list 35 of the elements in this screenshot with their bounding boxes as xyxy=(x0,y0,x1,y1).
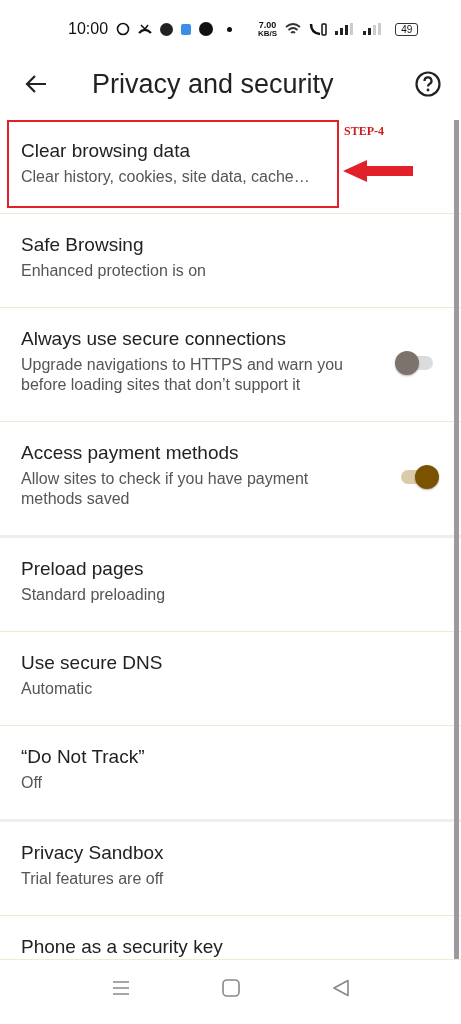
setting-title: Use secure DNS xyxy=(21,652,164,674)
home-icon[interactable] xyxy=(221,979,240,997)
signal-icon xyxy=(363,23,384,35)
setting-title: Access payment methods xyxy=(21,442,240,464)
app-icon xyxy=(160,22,174,36)
setting-title: Always use secure connections xyxy=(21,328,288,350)
setting-title: Preload pages xyxy=(21,558,145,580)
setting-description: Allow sites to check if you have payment methods saved xyxy=(21,469,310,509)
setting-title: Clear browsing data xyxy=(21,140,191,162)
battery-indicator: 49 xyxy=(395,22,419,36)
setting-title: “Do Not Track” xyxy=(21,746,146,768)
clock-text: 10:00 xyxy=(68,20,109,38)
setting-description: Upgrade navigations to HTTPS and warn you before loading sites that don’t support it xyxy=(21,355,344,395)
signal-icon xyxy=(335,23,356,35)
arrow-icon xyxy=(343,160,415,182)
wifi-icon xyxy=(285,23,302,35)
setting-description: Standard preloading xyxy=(21,585,167,605)
setting-description: Clear history, cookies, site data, cache… xyxy=(21,167,311,187)
back-icon[interactable] xyxy=(24,74,48,94)
menu-icon[interactable] xyxy=(111,980,130,996)
help-icon[interactable] xyxy=(415,71,441,97)
setting-description: Off xyxy=(21,773,44,793)
step-label: STEP-4 xyxy=(344,124,384,139)
volte-call-icon xyxy=(309,22,328,36)
setting-title: Privacy Sandbox xyxy=(21,842,165,864)
dot-icon xyxy=(227,26,233,32)
setting-title: Phone as a security key xyxy=(21,936,224,958)
app-icon xyxy=(181,23,192,35)
setting-title: Safe Browsing xyxy=(21,234,145,256)
page-title: Privacy and security xyxy=(92,68,335,100)
setting-description: Trial features are off xyxy=(21,869,165,889)
app-icon xyxy=(199,22,214,36)
setting-description: Enhanced protection is on xyxy=(21,261,207,281)
setting-description: Automatic xyxy=(21,679,94,699)
network-speed: 7.00 KB/S xyxy=(258,20,278,38)
